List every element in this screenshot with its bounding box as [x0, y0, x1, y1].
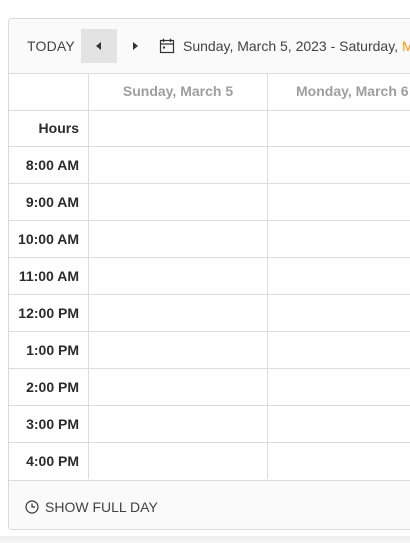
time-label: 8:00 AM: [25, 157, 79, 173]
next-button[interactable]: [117, 29, 153, 63]
time-label: 11:00 AM: [18, 268, 79, 284]
time-label: 12:00 PM: [18, 305, 79, 321]
time-slot-row[interactable]: 2:00 PM: [9, 369, 410, 406]
time-label: 2:00 PM: [26, 379, 79, 395]
time-slot-row[interactable]: 3:00 PM: [9, 406, 410, 443]
time-slot-row[interactable]: 10:00 AM: [9, 221, 410, 258]
scheduler-footer: SHOW FULL DAY: [9, 480, 410, 529]
time-slot-row[interactable]: 1:00 PM: [9, 332, 410, 369]
scheduler: TODAY Sunday, March 5, 2023 - Saturday, …: [8, 18, 410, 530]
calendar-icon: [159, 38, 175, 54]
time-slot-row[interactable]: 11:00 AM: [9, 258, 410, 295]
date-range-label: Sunday, March 5, 2023 - Saturday, Ma: [183, 38, 410, 54]
time-slot-row[interactable]: 8:00 AM: [9, 147, 410, 184]
time-slot-row[interactable]: 12:00 PM: [9, 295, 410, 332]
time-label: 4:00 PM: [26, 453, 79, 469]
hours-label: Hours: [38, 120, 79, 136]
day-header-sunday[interactable]: Sunday, March 5: [89, 73, 267, 110]
page-bottom-edge: [0, 536, 410, 543]
time-label: 10:00 AM: [18, 231, 79, 247]
triangle-right-icon: [133, 42, 138, 50]
triangle-left-icon: [96, 42, 101, 50]
clock-icon: [25, 499, 39, 514]
show-full-day-label: SHOW FULL DAY: [45, 498, 158, 515]
time-slot-row[interactable]: 4:00 PM: [9, 443, 410, 480]
time-label: 9:00 AM: [25, 194, 79, 210]
date-range-button[interactable]: Sunday, March 5, 2023 - Saturday, Ma: [159, 29, 410, 63]
scheduler-toolbar: TODAY Sunday, March 5, 2023 - Saturday, …: [9, 19, 410, 74]
hours-row: Hours: [9, 110, 410, 147]
today-button[interactable]: TODAY: [19, 29, 83, 63]
time-slot-row[interactable]: 9:00 AM: [9, 184, 410, 221]
day-header-monday[interactable]: Monday, March 6: [268, 73, 410, 110]
previous-button[interactable]: [81, 29, 117, 63]
time-label: 3:00 PM: [26, 416, 79, 432]
time-label: 1:00 PM: [26, 342, 79, 358]
show-full-day-button[interactable]: SHOW FULL DAY: [25, 481, 158, 529]
day-header-row: Sunday, March 5 Monday, March 6: [9, 73, 410, 111]
